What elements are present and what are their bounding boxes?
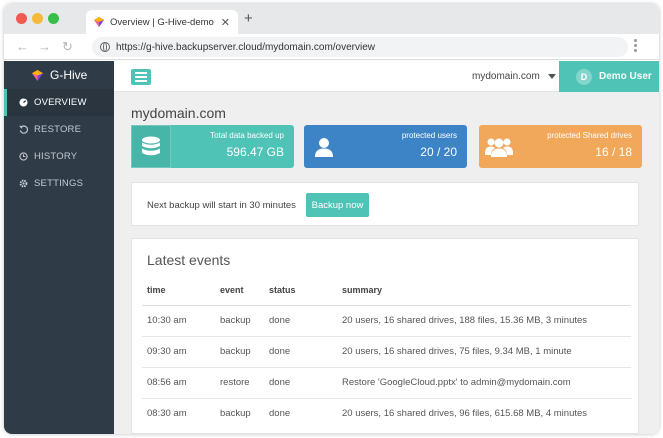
stat-card-protected-shared-drives: protected Shared drives 16 / 18 <box>479 125 642 168</box>
maximize-window-button[interactable] <box>48 13 59 24</box>
browser-menu-icon[interactable] <box>634 39 638 54</box>
app-header: mydomain.com D Demo User <box>114 61 659 92</box>
user-name: Demo User <box>599 71 652 82</box>
column-header-summary: summary <box>337 276 631 306</box>
sidebar-item-overview[interactable]: OVERVIEW <box>4 89 114 116</box>
cell-event: restore <box>215 367 264 399</box>
next-backup-text: Next backup will start in 30 minutes <box>147 200 296 211</box>
stat-value: 16 / 18 <box>595 145 632 159</box>
brand[interactable]: G-Hive <box>4 61 114 89</box>
browser-window: Overview | G-Hive-demo ✕ + ← → ↻ https:/… <box>4 4 659 434</box>
sidebar-item-label: SETTINGS <box>34 178 84 189</box>
cell-summary: 20 users, 16 shared drives, 96 files, 61… <box>342 408 588 420</box>
cell-summary: 20 users, 16 shared drives, 75 files, 9.… <box>337 336 631 368</box>
page-title: mydomain.com <box>131 105 226 121</box>
database-icon <box>131 125 171 168</box>
sidebar-item-label: HISTORY <box>34 151 78 162</box>
minimize-window-button[interactable] <box>32 13 43 24</box>
column-header-event: event <box>215 276 264 306</box>
avatar: D <box>576 68 592 85</box>
cell-event: backup <box>215 336 264 368</box>
new-tab-button[interactable]: + <box>244 10 253 28</box>
address-bar[interactable]: https://g-hive.backupserver.cloud/mydoma… <box>92 37 628 57</box>
browser-tab[interactable]: Overview | G-Hive-demo ✕ <box>86 10 238 34</box>
stat-value: 20 / 20 <box>420 145 457 159</box>
stat-card-protected-users: protected users 20 / 20 <box>304 125 467 168</box>
cell-status: done <box>264 305 337 337</box>
cell-summary: Restore 'GoogleCloud.pptx' to admin@mydo… <box>337 367 631 399</box>
stat-label: Total data backed up <box>210 131 284 140</box>
column-header-status: status <box>264 276 337 306</box>
sidebar-item-restore[interactable]: RESTORE <box>4 116 114 143</box>
table-row: 08:56 am restore done Restore 'GoogleClo… <box>142 367 631 399</box>
cell-status: done <box>269 408 291 420</box>
table-header-row: time event status summary <box>142 276 631 306</box>
stat-label: protected users <box>401 131 457 140</box>
events-table: time event status summary 10:30 am backu… <box>142 276 631 429</box>
gear-icon <box>18 179 28 189</box>
browser-toolbar: ← → ↻ https://g-hive.backupserver.cloud/… <box>4 34 659 60</box>
domain-dropdown[interactable]: mydomain.com <box>472 71 556 82</box>
stat-label: protected Shared drives <box>547 131 632 140</box>
events-title: Latest events <box>147 252 231 268</box>
sidebar-item-history[interactable]: HISTORY <box>4 143 114 170</box>
chevron-down-icon <box>547 74 556 79</box>
url-text: https://g-hive.backupserver.cloud/mydoma… <box>116 41 376 53</box>
cell-time: 08:56 am <box>142 367 215 399</box>
user-icon <box>304 125 344 168</box>
brand-name: G-Hive <box>50 68 88 82</box>
sidebar: G-Hive OVERVIEW RESTORE HISTORY SETTINGS <box>4 61 114 434</box>
column-header-time: time <box>142 276 215 306</box>
table-row: 09:30 am backup done 20 users, 16 shared… <box>142 336 631 368</box>
main-content: mydomain.com Total data backed up 596.47… <box>114 92 659 434</box>
user-menu-button[interactable]: D Demo User <box>559 61 659 92</box>
sidebar-item-settings[interactable]: SETTINGS <box>4 170 114 197</box>
dashboard-icon <box>18 98 28 108</box>
users-group-icon <box>479 125 519 168</box>
browser-tab-bar: Overview | G-Hive-demo ✕ + <box>4 4 659 34</box>
tab-title: Overview | G-Hive-demo <box>110 16 214 28</box>
cell-summary: 20 users, 16 shared drives, 188 files, 1… <box>337 305 631 337</box>
sidebar-item-label: OVERVIEW <box>34 97 87 108</box>
clock-icon <box>18 152 28 162</box>
cell-status: done <box>264 367 337 399</box>
restore-icon <box>18 125 28 135</box>
g-hive-logo-icon <box>32 69 43 81</box>
table-row: 08:30 am backup done 20 users, 16 shared… <box>142 398 631 429</box>
cell-status: done <box>264 336 337 368</box>
forward-icon[interactable]: → <box>38 38 51 56</box>
stat-value: 596.47 GB <box>226 145 284 159</box>
back-icon[interactable]: ← <box>16 38 29 56</box>
close-window-button[interactable] <box>16 13 27 24</box>
cell-time: 09:30 am <box>142 336 215 368</box>
stat-card-data-backed-up: Total data backed up 596.47 GB <box>131 125 294 168</box>
cell-event: backup <box>215 305 264 337</box>
cell-time: 08:30 am <box>147 408 187 420</box>
sidebar-item-label: RESTORE <box>34 124 82 135</box>
domain-select-value: mydomain.com <box>472 71 540 82</box>
cell-time: 10:30 am <box>142 305 215 337</box>
g-hive-logo-icon <box>94 17 104 27</box>
globe-icon <box>100 42 110 52</box>
next-backup-card: Next backup will start in 30 minutes Bac… <box>131 182 639 226</box>
tab-close-icon[interactable]: ✕ <box>221 16 230 29</box>
reload-icon[interactable]: ↻ <box>62 38 73 56</box>
backup-now-button[interactable]: Backup now <box>306 193 369 217</box>
table-row: 10:30 am backup done 20 users, 16 shared… <box>142 305 631 337</box>
menu-toggle-button[interactable] <box>131 69 151 85</box>
latest-events-card: Latest events time event status summary … <box>131 238 639 434</box>
cell-event: backup <box>220 408 251 420</box>
